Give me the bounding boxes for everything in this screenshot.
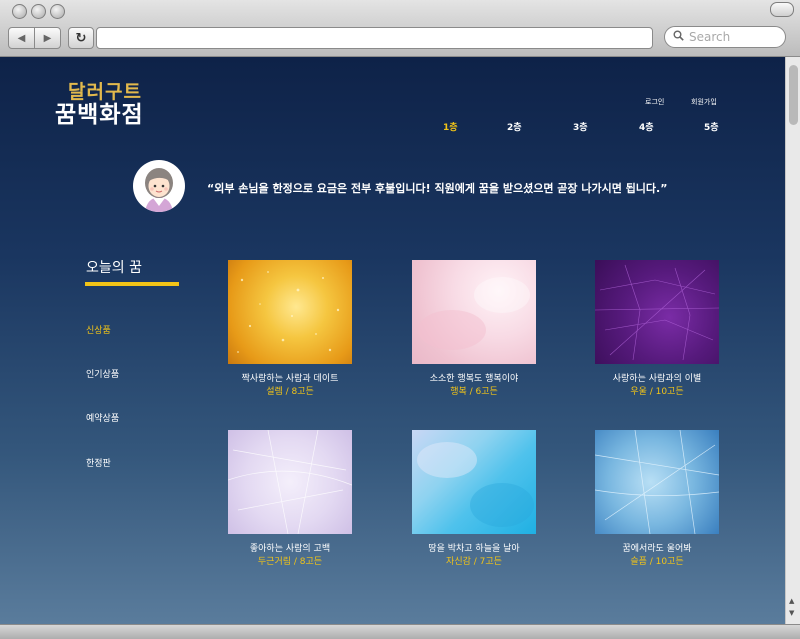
- nav-floor-1[interactable]: 1층: [443, 120, 458, 133]
- page-viewport: 달러구트 꿈백화점 로그인 회원가입 1층 2층 3층 4층 5층 “외부 손님…: [0, 57, 785, 624]
- forward-arrow-icon: ▶: [43, 32, 52, 44]
- nav-floor-5[interactable]: 5층: [704, 120, 719, 133]
- product-thumbnail[interactable]: [594, 429, 720, 535]
- search-icon: [673, 30, 684, 44]
- product-title: 땅을 박차고 하늘을 날아: [428, 544, 520, 554]
- product-card[interactable]: 땅을 박차고 하늘을 날아 자신감 / 7고든: [412, 430, 536, 567]
- gold-glitter-texture: [237, 271, 340, 353]
- browser-toolbar: ◀ ▶ ↻ Search: [0, 0, 800, 57]
- maximize-window-button[interactable]: [50, 4, 65, 19]
- product-title: 꿈에서라도 울어봐: [622, 544, 692, 554]
- product-meta: 두근거림 / 8고든: [257, 557, 323, 567]
- back-button[interactable]: ◀: [9, 28, 34, 48]
- cyan-watercolor-texture: [417, 442, 534, 527]
- product-meta: 설렘 / 8고든: [266, 387, 314, 397]
- sidebar-item-reservation[interactable]: 예약상품: [86, 411, 119, 424]
- status-bar: [0, 624, 800, 639]
- product-meta: 행복 / 6고든: [450, 387, 498, 397]
- product-card[interactable]: 소소한 행복도 행복이야 행복 / 6고든: [412, 260, 536, 397]
- notice-text: “외부 손님을 한정으로 요금은 전부 후불입니다! 직원에게 꿈을 받으셨으면…: [207, 182, 668, 195]
- product-thumbnail[interactable]: [594, 260, 720, 364]
- product-meta: 우울 / 10고든: [630, 387, 684, 397]
- scrollbar-thumb[interactable]: [789, 65, 798, 125]
- signup-link[interactable]: 회원가입: [691, 97, 717, 107]
- back-arrow-icon: ◀: [17, 32, 26, 44]
- close-window-button[interactable]: [12, 4, 27, 19]
- sidebar-title: 오늘의 꿈: [86, 260, 142, 276]
- purple-scratch-texture: [594, 264, 720, 361]
- product-thumbnail[interactable]: [228, 260, 352, 364]
- toolbar-toggle-button[interactable]: [770, 2, 794, 17]
- product-card[interactable]: 짝사랑하는 사람과 데이트 설렘 / 8고든: [228, 260, 352, 397]
- minimize-window-button[interactable]: [31, 4, 46, 19]
- sidebar-item-limited[interactable]: 한정판: [86, 456, 111, 469]
- scroll-down-icon[interactable]: ▼: [789, 609, 794, 617]
- product-meta: 자신감 / 7고든: [446, 557, 502, 567]
- product-meta: 슬픔 / 10고든: [630, 557, 684, 567]
- product-thumbnail[interactable]: [227, 429, 353, 535]
- search-placeholder: Search: [689, 30, 731, 44]
- history-nav-group: ◀ ▶: [8, 27, 61, 49]
- sidebar-item-new[interactable]: 신상품: [86, 323, 111, 336]
- product-title: 좋아하는 사람의 고백: [249, 544, 331, 554]
- forward-button[interactable]: ▶: [35, 28, 60, 48]
- scroll-up-icon[interactable]: ▲: [789, 597, 794, 605]
- lavender-scratch-texture: [227, 429, 353, 535]
- ice-texture: [594, 429, 720, 535]
- nav-floor-4[interactable]: 4층: [639, 120, 654, 133]
- reload-button[interactable]: ↻: [68, 27, 94, 49]
- nav-floor-3[interactable]: 3층: [573, 120, 588, 133]
- vertical-scrollbar[interactable]: ▲ ▼: [785, 57, 800, 624]
- logo-bottom-text[interactable]: 꿈백화점: [55, 95, 144, 129]
- product-title: 사랑하는 사람과의 이별: [612, 374, 702, 384]
- product-title: 소소한 행복도 행복이야: [429, 374, 519, 384]
- product-card[interactable]: 좋아하는 사람의 고백 두근거림 / 8고든: [227, 429, 353, 567]
- staff-avatar-icon: [145, 168, 173, 212]
- address-bar[interactable]: [96, 27, 653, 49]
- product-card[interactable]: 꿈에서라도 울어봐 슬픔 / 10고든: [594, 429, 720, 567]
- sidebar-item-popular[interactable]: 인기상품: [86, 367, 119, 380]
- sidebar-underline: [85, 282, 179, 286]
- nav-floor-2[interactable]: 2층: [507, 120, 522, 133]
- login-link[interactable]: 로그인: [645, 97, 664, 107]
- search-field[interactable]: Search: [664, 26, 786, 48]
- product-thumbnail[interactable]: [412, 430, 536, 534]
- product-thumbnail[interactable]: [412, 260, 536, 364]
- reload-icon: ↻: [75, 30, 87, 46]
- pink-watercolor-texture: [418, 277, 530, 350]
- product-title: 짝사랑하는 사람과 데이트: [241, 374, 339, 384]
- avatar: [133, 160, 185, 212]
- product-card[interactable]: 사랑하는 사람과의 이별 우울 / 10고든: [594, 260, 720, 397]
